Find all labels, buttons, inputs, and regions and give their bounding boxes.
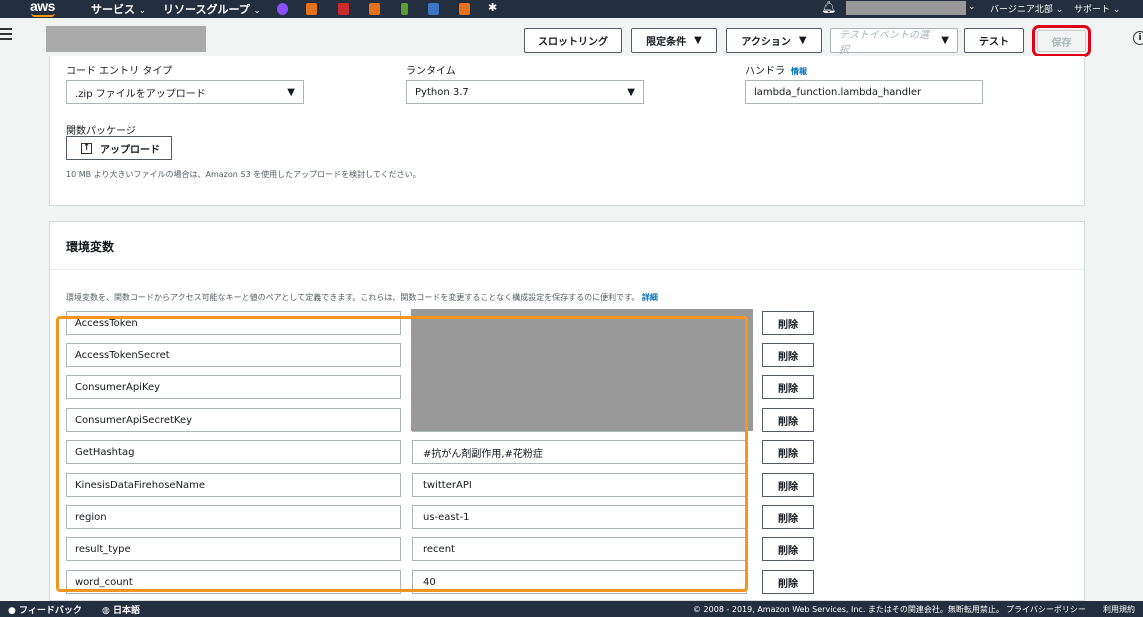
service-icon-1[interactable] <box>277 3 288 15</box>
speech-bubble-icon: ● <box>8 606 16 616</box>
env-key-input[interactable]: region <box>66 505 401 529</box>
caret-down-icon: ▼ <box>627 86 635 98</box>
test-button[interactable]: テスト <box>964 28 1024 53</box>
delete-button[interactable]: 削除 <box>762 311 814 335</box>
account-menu-redacted[interactable] <box>846 1 966 15</box>
delete-button[interactable]: 削除 <box>762 408 814 432</box>
delete-button[interactable]: 削除 <box>762 505 814 529</box>
env-row: result_type recent 削除 <box>50 537 1084 563</box>
delete-button[interactable]: 削除 <box>762 440 814 464</box>
upload-icon: ↑ <box>81 142 92 154</box>
env-key-input[interactable]: AccessTokenSecret <box>66 343 401 367</box>
divider <box>50 269 1084 270</box>
env-row: KinesisDataFirehoseName twitterAPI 削除 <box>50 473 1084 499</box>
services-menu[interactable]: サービス ⌄ <box>91 1 146 17</box>
function-package-label: 関数パッケージ <box>66 126 136 137</box>
service-icon-7[interactable] <box>459 3 470 15</box>
service-icon-3[interactable] <box>338 3 349 15</box>
env-key-input[interactable]: AccessToken <box>66 311 401 335</box>
aws-logo[interactable]: aws <box>30 0 55 14</box>
qualifiers-button[interactable]: 限定条件 ▼ <box>631 28 717 53</box>
globe-icon: ◍ <box>102 606 110 616</box>
env-key-input[interactable]: ConsumerApiKey <box>66 375 401 399</box>
caret-down-icon: ▼ <box>694 35 702 46</box>
delete-button[interactable]: 削除 <box>762 343 814 367</box>
aws-smile-icon <box>31 13 55 17</box>
runtime-label: ランタイム <box>406 66 456 77</box>
delete-button[interactable]: 削除 <box>762 537 814 561</box>
env-key-input[interactable]: KinesisDataFirehoseName <box>66 473 401 497</box>
language-selector[interactable]: ◍ 日本語 <box>102 603 140 616</box>
footer: ● フィードバック ◍ 日本語 © 2008 - 2019, Amazon We… <box>0 601 1143 617</box>
handler-input[interactable]: lambda_function.lambda_handler <box>745 80 983 104</box>
env-title: 環境変数 <box>66 240 115 254</box>
env-description: 環境変数を、関数コードからアクセス可能なキーと値のペアとして定義できます。これら… <box>66 293 658 302</box>
chevron-down-icon: ⌄ <box>139 6 146 15</box>
env-value-input[interactable]: 40 <box>412 570 747 594</box>
resource-groups-menu[interactable]: リソースグループ ⌄ <box>163 1 261 17</box>
env-row: word_count 40 削除 <box>50 570 1084 596</box>
function-name-redacted <box>46 26 206 52</box>
handler-label: ハンドラ 情報 <box>745 66 807 77</box>
service-icon-5[interactable] <box>401 3 408 15</box>
service-icon-4[interactable] <box>369 3 380 15</box>
secret-values-redacted <box>411 309 753 431</box>
caret-down-icon: ▼ <box>287 86 295 98</box>
env-value-input[interactable]: #抗がん剤副作用,#花粉症 <box>412 440 747 464</box>
info-icon[interactable]: i <box>1133 31 1143 45</box>
chevron-down-icon: ⌄ <box>253 6 261 15</box>
detail-link[interactable]: 詳細 <box>642 293 658 302</box>
actions-button[interactable]: アクション ▼ <box>726 28 822 53</box>
env-value-input[interactable]: recent <box>412 537 747 561</box>
save-button[interactable]: 保存 <box>1032 25 1091 57</box>
caret-down-icon: ▼ <box>798 35 807 46</box>
service-icon-6[interactable] <box>428 3 439 15</box>
handler-info-link[interactable]: 情報 <box>791 67 807 76</box>
top-navigation-bar: aws サービス ⌄ リソースグループ ⌄ ✱ 🔔︎ ⌄ バージニア北部 ⌄ サポー… <box>0 0 1143 18</box>
env-value-input[interactable]: us-east-1 <box>412 505 747 529</box>
env-row: GetHashtag #抗がん剤副作用,#花粉症 削除 <box>50 440 1084 466</box>
throttling-button[interactable]: スロットリング <box>524 28 622 53</box>
env-value-input[interactable]: twitterAPI <box>412 473 747 497</box>
upload-hint: 10 MB より大きいファイルの場合は、Amazon S3 を使用したアップロー… <box>66 170 421 179</box>
delete-button[interactable]: 削除 <box>762 473 814 497</box>
code-entry-type-label: コード エントリ タイプ <box>66 66 173 77</box>
test-event-select[interactable]: テストイベントの選択 ▼ <box>830 28 958 56</box>
env-key-input[interactable]: result_type <box>66 537 401 561</box>
caret-down-icon: ▼ <box>941 35 949 46</box>
region-menu[interactable]: バージニア北部 ⌄ <box>990 2 1063 15</box>
terms-link[interactable]: 利用規約 <box>1103 604 1135 615</box>
service-icon-2[interactable] <box>306 3 317 15</box>
env-key-input[interactable]: GetHashtag <box>66 440 401 464</box>
pin-icon[interactable]: ✱ <box>488 1 497 14</box>
privacy-link[interactable]: プライバシーポリシー <box>1006 604 1086 615</box>
env-row: region us-east-1 削除 <box>50 505 1084 531</box>
upload-button[interactable]: ↑ アップロード <box>66 136 172 160</box>
support-menu[interactable]: サポート ⌄ <box>1074 2 1120 15</box>
function-code-panel: コード エントリ タイプ .zip ファイルをアップロード ▼ ランタイム Pyt… <box>49 56 1085 206</box>
chevron-down-icon: ⌄ <box>968 2 976 12</box>
feedback-link[interactable]: ● フィードバック <box>8 603 82 616</box>
copyright-text: © 2008 - 2019, Amazon Web Services, Inc.… <box>693 605 1004 614</box>
runtime-select[interactable]: Python 3.7 ▼ <box>406 80 644 104</box>
env-key-input[interactable]: ConsumerApiSecretKey <box>66 408 401 432</box>
env-key-input[interactable]: word_count <box>66 570 401 594</box>
delete-button[interactable]: 削除 <box>762 570 814 594</box>
code-entry-type-select[interactable]: .zip ファイルをアップロード ▼ <box>66 80 304 104</box>
menu-icon[interactable] <box>0 28 12 43</box>
delete-button[interactable]: 削除 <box>762 375 814 399</box>
bell-icon[interactable]: 🔔︎ <box>821 0 836 14</box>
